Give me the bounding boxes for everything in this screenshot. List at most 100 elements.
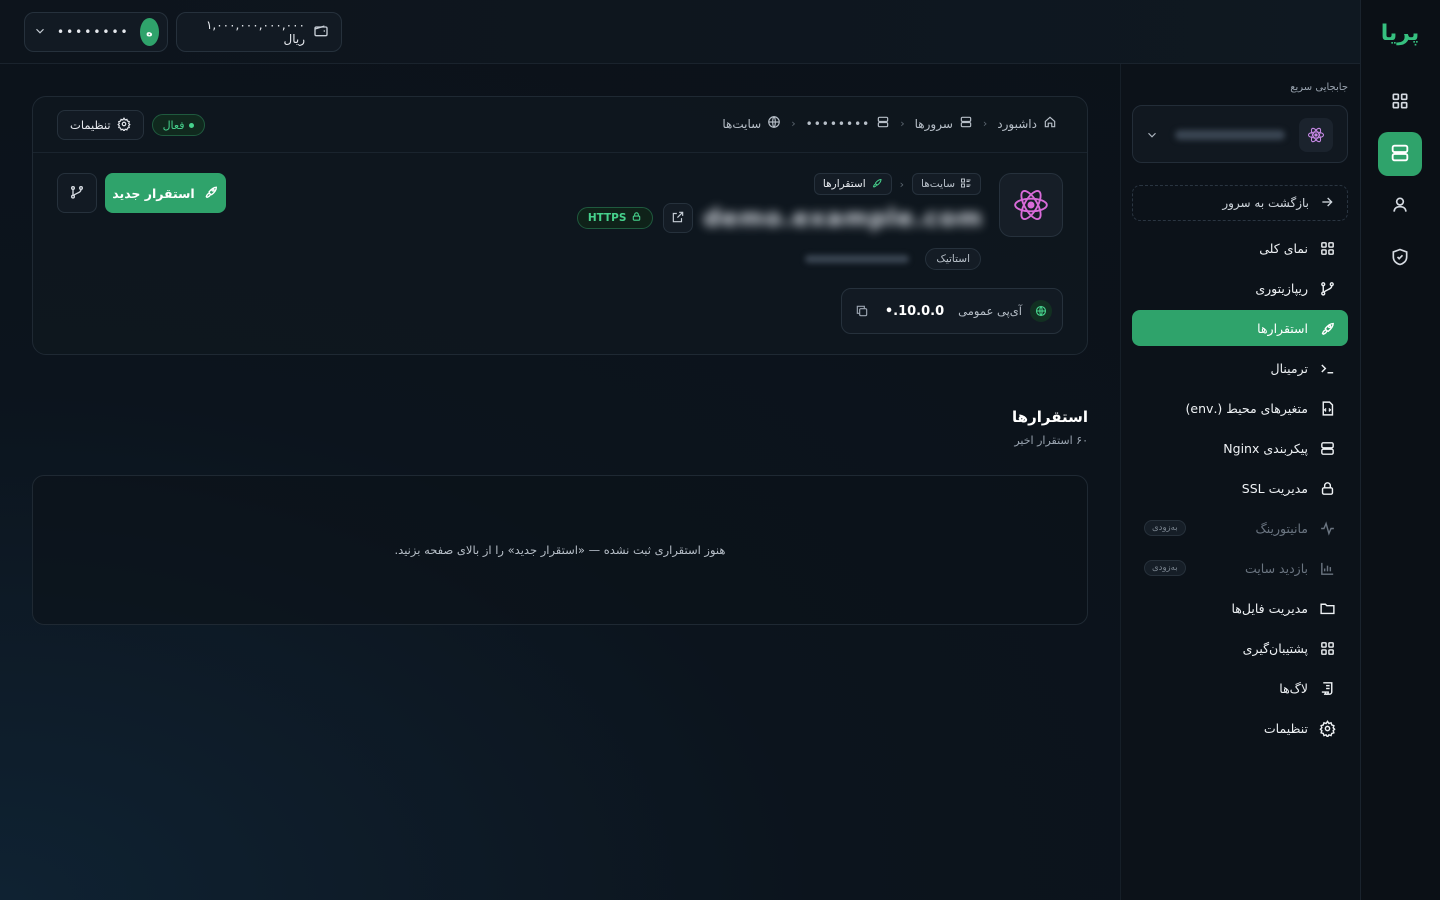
sidebar-item-label: استقرارها <box>1257 320 1308 336</box>
copy-icon[interactable] <box>855 304 869 318</box>
sidebar-item-label: مدیریت SSL <box>1241 480 1308 496</box>
sidebar-item-site-visits: بازدید سایت به‌زودی <box>1132 550 1348 586</box>
wallet-balance[interactable]: ۱,۰۰۰,۰۰۰,۰۰۰,۰۰۰ ریال <box>176 12 342 52</box>
rail-account-button[interactable] <box>1378 184 1422 228</box>
react-icon <box>999 173 1063 237</box>
shield-icon <box>1390 247 1410 270</box>
settings-label: تنظیمات <box>70 118 111 132</box>
rail-security-button[interactable] <box>1378 236 1422 280</box>
sidebar-item-label: ریپازیتوری <box>1255 280 1308 296</box>
grid-icon <box>1390 91 1410 114</box>
sidebar-item-logs[interactable]: لاگ‌ها <box>1132 670 1348 706</box>
breadcrumb: داشبورد ‹ سرورها ‹ •••••••• ‹ سایت‌ها <box>722 115 1057 132</box>
sidebar-item-monitoring: مانیتورینگ به‌زودی <box>1132 510 1348 546</box>
sidebar-item-ssl[interactable]: مدیریت SSL <box>1132 470 1348 506</box>
ip-value: 10.0.0.• <box>884 303 945 319</box>
site-domain: demo.example.com <box>703 204 983 232</box>
server-name <box>1175 130 1285 140</box>
sidebar-item-label: متغیرهای محیط (.env) <box>1185 400 1308 416</box>
open-site-button[interactable] <box>663 203 694 233</box>
external-link-icon <box>671 210 685 227</box>
user-menu[interactable]: •••••••• ه <box>24 12 168 52</box>
chevron-down-icon <box>1145 128 1159 145</box>
grid-icon <box>1318 239 1336 257</box>
deployments-subtitle: ۶۰ استقرار اخیر <box>1014 434 1088 447</box>
site-meta <box>805 255 910 263</box>
sidebar-item-repository[interactable]: ریپازیتوری <box>1132 270 1348 306</box>
back-to-server-button[interactable]: بازگشت به سرور <box>1132 185 1348 221</box>
site-card: داشبورد ‹ سرورها ‹ •••••••• ‹ سایت‌ها <box>32 96 1088 355</box>
server-icon <box>876 115 890 132</box>
activity-icon <box>1318 519 1336 537</box>
empty-text: هنوز استقراری ثبت نشده — «استقرار جدید» … <box>394 543 726 557</box>
breadcrumb-label: سایت‌ها <box>722 116 762 131</box>
status-text: فعال <box>162 118 185 132</box>
site-settings-button[interactable]: تنظیمات <box>57 110 144 140</box>
sidebar-item-deployments[interactable]: استقرارها <box>1132 310 1348 346</box>
user-name: •••••••• <box>57 25 130 39</box>
soon-badge: به‌زودی <box>1144 520 1186 536</box>
terminal-icon <box>1318 359 1336 377</box>
deployments-title: استقرارها <box>1012 408 1088 426</box>
branch-button[interactable] <box>57 173 97 213</box>
lock-icon <box>631 211 642 225</box>
domain-row: demo.example.com HTTPS <box>576 203 983 233</box>
back-label: بازگشت به سرور <box>1222 196 1309 210</box>
sidebar-item-settings[interactable]: تنظیمات <box>1132 710 1348 746</box>
ip-label: آی‌پی عمومی <box>958 304 1022 318</box>
logo[interactable]: پریا <box>1370 20 1430 48</box>
wallet-icon <box>313 23 329 42</box>
sidebar-item-label: پشتیبان‌گیری <box>1242 640 1308 656</box>
sub-crumb-label: استقرارها <box>822 178 866 190</box>
rocket-icon <box>1318 319 1336 337</box>
status-dot <box>189 122 195 128</box>
sub-crumb-deployments[interactable]: استقرارها <box>813 173 892 195</box>
sidebar-item-label: پیکربندی Nginx <box>1223 440 1308 456</box>
wallet-balance-text: ۱,۰۰۰,۰۰۰,۰۰۰,۰۰۰ ریال <box>205 18 305 46</box>
sidebar-item-env[interactable]: متغیرهای محیط (.env) <box>1132 390 1348 426</box>
sidebar-item-label: بازدید سایت <box>1245 560 1308 576</box>
breadcrumb-sites[interactable]: سایت‌ها <box>722 115 781 132</box>
quick-switch-label: جابجایی سریع <box>1290 82 1348 93</box>
chevron-left-icon: ‹ <box>982 117 988 130</box>
https-badge: HTTPS <box>576 207 654 229</box>
lock-icon <box>1318 479 1336 497</box>
chevron-left-icon: ‹ <box>899 177 905 191</box>
file-code-icon <box>1318 399 1336 417</box>
arrow-right-icon <box>1319 194 1335 213</box>
deployments-empty-state: هنوز استقراری ثبت نشده — «استقرار جدید» … <box>32 475 1088 625</box>
sidebar-item-terminal[interactable]: ترمینال <box>1132 350 1348 386</box>
user-icon <box>1390 195 1410 218</box>
breadcrumb-label: •••••••• <box>805 116 871 131</box>
rocket-icon <box>203 184 219 203</box>
sidebar-item-label: تنظیمات <box>1263 720 1308 736</box>
sidebar-item-backup[interactable]: پشتیبان‌گیری <box>1132 630 1348 666</box>
rail-dashboard-button[interactable] <box>1378 80 1422 124</box>
soon-badge: به‌زودی <box>1144 560 1186 576</box>
new-deployment-button[interactable]: استقرار جدید <box>105 173 226 213</box>
server-icon <box>1389 142 1411 167</box>
bar-chart-icon <box>1318 559 1336 577</box>
breadcrumb-label: سرورها <box>914 116 953 131</box>
breadcrumb-servers[interactable]: سرورها <box>915 115 973 132</box>
sidebar-item-nginx[interactable]: پیکربندی Nginx <box>1132 430 1348 466</box>
sidebar-item-label: ترمینال <box>1270 360 1308 376</box>
sidebar-item-label: مدیریت فایل‌ها <box>1231 600 1309 616</box>
sidebar-item-file-manager[interactable]: مدیریت فایل‌ها <box>1132 590 1348 626</box>
server-switcher[interactable] <box>1132 105 1348 163</box>
rail-servers-button[interactable] <box>1378 132 1422 176</box>
main-content: داشبورد ‹ سرورها ‹ •••••••• ‹ سایت‌ها <box>0 64 1120 900</box>
rocket-icon <box>871 177 883 192</box>
sidebar: جابجایی سریع بازگشت به سرور نمای کلی ریپ… <box>1120 64 1360 900</box>
home-icon <box>1043 115 1057 132</box>
sidebar-item-label: لاگ‌ها <box>1279 680 1308 696</box>
sidebar-item-overview[interactable]: نمای کلی <box>1132 230 1348 266</box>
sub-crumb-sites[interactable]: سایت‌ها <box>912 173 981 195</box>
breadcrumb-server[interactable]: •••••••• <box>806 115 891 132</box>
breadcrumb-dashboard[interactable]: داشبورد <box>997 115 1057 132</box>
globe-icon <box>767 115 781 132</box>
folder-icon <box>1318 599 1336 617</box>
server-icon <box>959 115 973 132</box>
sidebar-item-label: نمای کلی <box>1259 240 1308 256</box>
header-actions: تنظیمات فعال <box>57 110 206 140</box>
